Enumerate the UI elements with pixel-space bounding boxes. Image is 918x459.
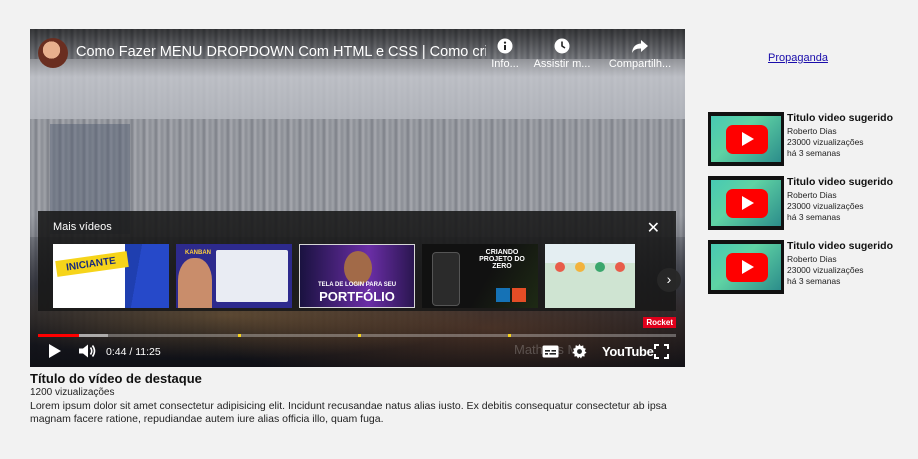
more-videos-panel: Mais vídeos ✕ INICIANTE KANBAN TELA DE L…: [38, 211, 681, 311]
thumbnail-text: PORTFÓLIO: [319, 289, 395, 304]
gear-icon: [572, 344, 587, 359]
play-icon: [49, 344, 61, 358]
channel-avatar[interactable]: [38, 38, 68, 68]
suggested-thumbnail[interactable]: [708, 240, 784, 294]
more-video-thumbnail[interactable]: [545, 244, 635, 308]
next-arrow-icon[interactable]: ›: [657, 268, 681, 292]
video-player[interactable]: Como Fazer MENU DROPDOWN Com HTML e CSS …: [30, 29, 685, 367]
feature-video-title: Título do vídeo de destaque: [30, 371, 202, 386]
progress-bar[interactable]: [38, 334, 676, 337]
play-button[interactable]: [48, 343, 62, 364]
thumbnail-subtext: TELA DE LOGIN PARA SEU: [317, 282, 397, 288]
info-label: Info...: [491, 58, 519, 70]
info-button[interactable]: Info...: [488, 38, 522, 70]
subtitles-button[interactable]: [542, 345, 559, 363]
settings-button[interactable]: [572, 344, 587, 364]
advertisement-link[interactable]: Propaganda: [768, 52, 828, 64]
time-display: 0:44 / 11:25: [106, 346, 161, 358]
volume-icon: [79, 344, 96, 358]
fullscreen-icon: [654, 344, 669, 359]
suggested-thumbnail[interactable]: [708, 112, 784, 166]
suggested-title[interactable]: Titulo video sugerido: [787, 112, 893, 124]
suggested-thumbnail[interactable]: [708, 176, 784, 230]
chapter-marker: [508, 334, 511, 337]
more-video-thumbnail[interactable]: INICIANTE: [53, 244, 169, 308]
suggested-channel: Roberto Dias: [787, 190, 837, 200]
suggested-views: 23000 vizualizações: [787, 137, 864, 147]
youtube-logo[interactable]: YouTube: [602, 344, 654, 359]
suggested-video[interactable]: Titulo video sugerido Roberto Dias 23000…: [708, 240, 908, 294]
suggested-views: 23000 vizualizações: [787, 201, 864, 211]
watch-later-button[interactable]: Assistir m...: [532, 38, 592, 70]
clock-icon: [532, 38, 592, 54]
more-videos-heading: Mais vídeos: [53, 221, 112, 233]
share-icon: [608, 38, 672, 54]
suggested-channel: Roberto Dias: [787, 126, 837, 136]
volume-button[interactable]: [78, 343, 96, 364]
more-video-thumbnail[interactable]: CRIANDO PROJETO DO ZERO: [422, 244, 538, 308]
suggested-age: há 3 semanas: [787, 276, 841, 286]
youtube-play-icon: [726, 253, 768, 282]
suggested-title[interactable]: Titulo video sugerido: [787, 176, 893, 188]
thumbnail-text: KANBAN: [185, 250, 211, 256]
channel-badge: Rocket: [643, 317, 676, 328]
feature-view-count: 1200 vizualizações: [30, 387, 115, 398]
video-title[interactable]: Como Fazer MENU DROPDOWN Com HTML e CSS …: [76, 44, 486, 60]
suggested-title[interactable]: Titulo video sugerido: [787, 240, 893, 252]
subtitles-icon: [542, 345, 559, 358]
thumbnail-text: CRIANDO PROJETO DO ZERO: [479, 249, 525, 270]
suggested-video[interactable]: Titulo video sugerido Roberto Dias 23000…: [708, 112, 908, 166]
close-icon[interactable]: ✕: [647, 218, 660, 238]
youtube-play-icon: [726, 189, 768, 218]
feature-description: Lorem ipsum dolor sit amet consectetur a…: [30, 400, 667, 425]
more-video-thumbnail[interactable]: KANBAN: [176, 244, 292, 308]
suggested-channel: Roberto Dias: [787, 254, 837, 264]
youtube-play-icon: [726, 125, 768, 154]
progress-played: [38, 334, 80, 337]
suggested-video[interactable]: Titulo video sugerido Roberto Dias 23000…: [708, 176, 908, 230]
watch-later-label: Assistir m...: [533, 58, 591, 70]
fullscreen-button[interactable]: [654, 344, 669, 364]
video-frame: [30, 29, 685, 367]
suggested-age: há 3 semanas: [787, 148, 841, 158]
share-label: Compartilh...: [608, 58, 672, 70]
suggested-age: há 3 semanas: [787, 212, 841, 222]
suggested-views: 23000 vizualizações: [787, 265, 864, 275]
more-video-thumbnail[interactable]: TELA DE LOGIN PARA SEU PORTFÓLIO: [299, 244, 415, 308]
chapter-marker: [358, 334, 361, 337]
share-button[interactable]: Compartilh...: [608, 38, 672, 70]
chapter-marker: [238, 334, 241, 337]
info-icon: [488, 38, 522, 54]
